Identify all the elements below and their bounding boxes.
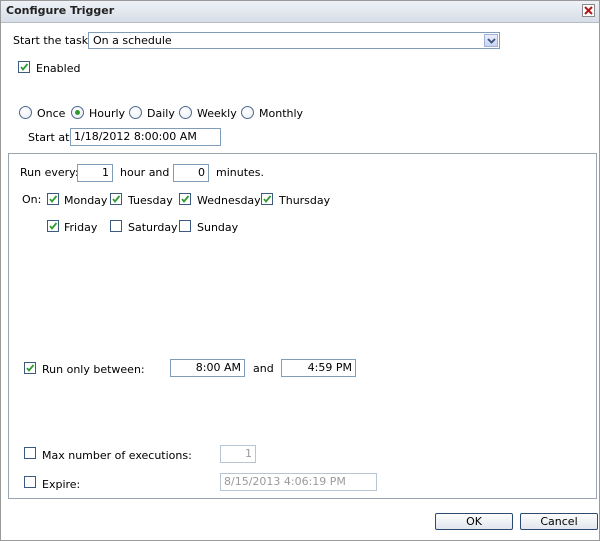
close-button[interactable] [582, 4, 595, 17]
run-only-between-label: Run only between: [42, 363, 145, 376]
start-task-value: On a schedule [93, 34, 172, 47]
start-at-label: Start at: [28, 131, 74, 144]
day-checkbox-saturday[interactable] [110, 220, 122, 232]
check-icon [263, 195, 272, 203]
radio-weekly-label: Weekly [197, 107, 237, 120]
check-icon [20, 63, 29, 71]
radio-monthly[interactable] [241, 106, 254, 119]
run-between-to-input[interactable]: 4:59 PM [281, 359, 356, 377]
window-title: Configure Trigger [6, 4, 115, 17]
enabled-checkbox[interactable] [18, 61, 30, 73]
ok-button[interactable]: OK [435, 513, 513, 530]
expire-checkbox[interactable] [24, 476, 36, 488]
max-executions-checkbox[interactable] [24, 447, 36, 459]
schedule-panel: Run every: 1 hour and 0 minutes. On: Mon… [8, 153, 597, 499]
run-every-hours-input[interactable]: 1 [77, 164, 113, 182]
day-checkbox-monday[interactable] [47, 193, 59, 205]
max-executions-label: Max number of executions: [42, 449, 192, 462]
day-checkbox-tuesday[interactable] [110, 193, 122, 205]
and-label: and [253, 362, 274, 375]
run-every-label: Run every: [20, 166, 79, 179]
day-label-saturday: Saturday [128, 221, 178, 234]
run-only-between-checkbox[interactable] [24, 362, 36, 374]
minutes-label: minutes. [216, 166, 265, 179]
dropdown-arrow[interactable] [484, 34, 498, 47]
enabled-label: Enabled [36, 62, 81, 75]
configure-trigger-dialog: Configure Trigger Start the task On a sc… [0, 0, 600, 541]
radio-once-label: Once [37, 107, 66, 120]
expire-label: Expire: [42, 478, 81, 491]
start-at-input[interactable]: 1/18/2012 8:00:00 AM [70, 128, 221, 146]
start-task-select[interactable]: On a schedule [88, 32, 500, 49]
radio-monthly-label: Monthly [259, 107, 304, 120]
radio-hourly-label: Hourly [89, 107, 126, 120]
day-label-sunday: Sunday [197, 221, 239, 234]
cancel-button[interactable]: Cancel [520, 513, 598, 530]
max-executions-input[interactable]: 1 [220, 445, 256, 463]
day-label-thursday: Thursday [279, 194, 331, 207]
on-days-label: On: [22, 193, 42, 206]
day-checkbox-sunday[interactable] [179, 220, 191, 232]
day-label-wednesday: Wednesday [197, 194, 261, 207]
radio-daily-label: Daily [147, 107, 175, 120]
start-task-label: Start the task [13, 34, 89, 47]
expire-input[interactable]: 8/15/2013 4:06:19 PM [220, 473, 377, 491]
day-checkbox-friday[interactable] [47, 220, 59, 232]
check-icon [49, 222, 58, 230]
check-icon [181, 195, 190, 203]
check-icon [112, 195, 121, 203]
day-label-friday: Friday [64, 221, 98, 234]
run-between-from-input[interactable]: 8:00 AM [170, 359, 245, 377]
title-bar: Configure Trigger [1, 1, 599, 23]
radio-weekly[interactable] [179, 106, 192, 119]
check-icon [49, 195, 58, 203]
radio-daily[interactable] [129, 106, 142, 119]
day-checkbox-wednesday[interactable] [179, 193, 191, 205]
radio-once[interactable] [19, 106, 32, 119]
day-label-monday: Monday [64, 194, 108, 207]
radio-hourly[interactable] [71, 106, 84, 119]
hour-and-label: hour and [120, 166, 170, 179]
day-checkbox-thursday[interactable] [261, 193, 273, 205]
run-every-minutes-input[interactable]: 0 [173, 164, 209, 182]
check-icon [26, 364, 35, 372]
chevron-down-icon [487, 38, 496, 44]
close-icon [584, 6, 593, 15]
day-label-tuesday: Tuesday [128, 194, 173, 207]
radio-selected-dot [75, 110, 80, 115]
